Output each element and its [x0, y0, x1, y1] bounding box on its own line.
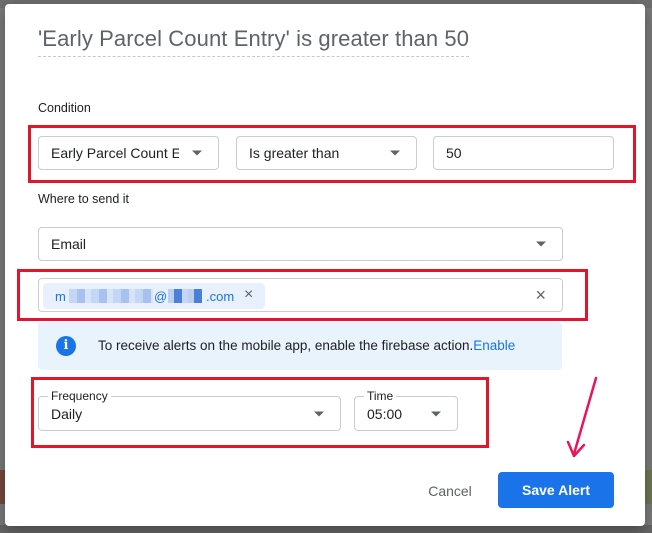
info-message: To receive alerts on the mobile app, ena… — [98, 338, 515, 353]
condition-operator-value: Is greater than — [249, 145, 340, 161]
time-label: Time — [364, 389, 397, 403]
condition-threshold-value: 50 — [446, 145, 462, 161]
destination-channel-value: Email — [51, 236, 87, 252]
recipient-chip-at: @ — [154, 289, 168, 304]
cancel-button[interactable]: Cancel — [415, 477, 485, 505]
chevron-down-icon — [390, 150, 400, 156]
condition-field-select[interactable]: Early Parcel Count E — [38, 136, 219, 170]
chip-close-icon[interactable]: × — [244, 287, 253, 303]
destination-label: Where to send it — [38, 192, 130, 206]
chevron-down-icon — [314, 411, 324, 416]
chevron-down-icon — [192, 150, 202, 156]
destination-channel-select[interactable]: Email — [38, 227, 563, 261]
redacted-domain-part — [168, 289, 202, 303]
condition-operator-select[interactable]: Is greater than — [236, 136, 417, 170]
condition-threshold-input[interactable]: 50 — [433, 136, 614, 170]
info-banner: i To receive alerts on the mobile app, e… — [38, 322, 562, 370]
recipient-chip-suffix: .com — [206, 289, 235, 304]
condition-label: Condition — [38, 101, 91, 115]
dialog-title[interactable]: 'Early Parcel Count Entry' is greater th… — [38, 26, 470, 57]
redacted-email-part — [69, 289, 153, 303]
time-value: 05:00 — [367, 405, 403, 422]
enable-link[interactable]: Enable — [473, 338, 515, 353]
background-bottom — [0, 525, 652, 533]
recipient-chip[interactable]: m @ .com × — [43, 283, 265, 309]
info-icon: i — [56, 336, 76, 356]
time-select[interactable]: Time 05:00 — [354, 389, 458, 431]
info-message-text: To receive alerts on the mobile app, ena… — [98, 338, 474, 353]
frequency-label: Frequency — [48, 389, 111, 403]
chevron-down-icon — [536, 241, 546, 247]
frequency-select[interactable]: Frequency Daily — [38, 389, 341, 431]
annotation-arrow-icon — [566, 376, 598, 458]
chevron-down-icon — [431, 411, 441, 416]
recipient-input[interactable]: m @ .com × × — [38, 278, 563, 312]
alert-dialog: 'Early Parcel Count Entry' is greater th… — [5, 4, 645, 526]
condition-field-value: Early Parcel Count E — [51, 145, 179, 161]
recipient-chip-prefix: m — [55, 289, 66, 304]
frequency-value: Daily — [51, 405, 83, 422]
save-alert-button[interactable]: Save Alert — [498, 472, 614, 508]
clear-icon[interactable]: × — [535, 286, 546, 304]
